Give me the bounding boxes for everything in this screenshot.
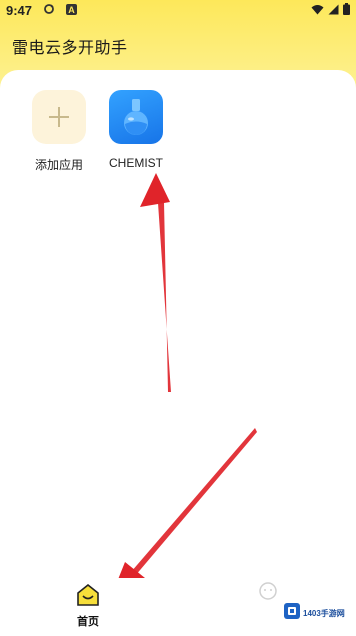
flask-icon — [109, 90, 163, 144]
battery-icon — [343, 3, 350, 18]
notification-a-icon: A — [66, 4, 77, 15]
nav-profile-tab[interactable] — [248, 582, 288, 611]
nav-home-label: 首页 — [77, 616, 99, 628]
signal-icon — [328, 3, 339, 18]
chemist-app-tile[interactable]: CHEMIST — [101, 90, 171, 170]
person-icon — [256, 582, 280, 611]
nav-home-tab[interactable]: 首页 — [68, 583, 108, 629]
status-bar: 9:47 A — [0, 0, 356, 22]
plus-icon — [32, 90, 86, 144]
watermark-text: 1403手游网 — [303, 608, 345, 618]
site-watermark: 1403手游网 — [284, 600, 354, 626]
wifi-icon — [311, 3, 324, 18]
status-time: 9:47 — [6, 3, 33, 18]
status-indicators — [311, 3, 350, 18]
chemist-app-label: CHEMIST — [109, 156, 163, 170]
home-icon — [76, 583, 100, 611]
watermark-logo-icon — [284, 602, 300, 624]
add-app-tile[interactable]: 添加应用 — [24, 90, 94, 173]
add-app-label: 添加应用 — [34, 158, 83, 172]
page-title: 雷电云多开助手 — [12, 40, 128, 57]
sync-icon — [43, 3, 55, 15]
